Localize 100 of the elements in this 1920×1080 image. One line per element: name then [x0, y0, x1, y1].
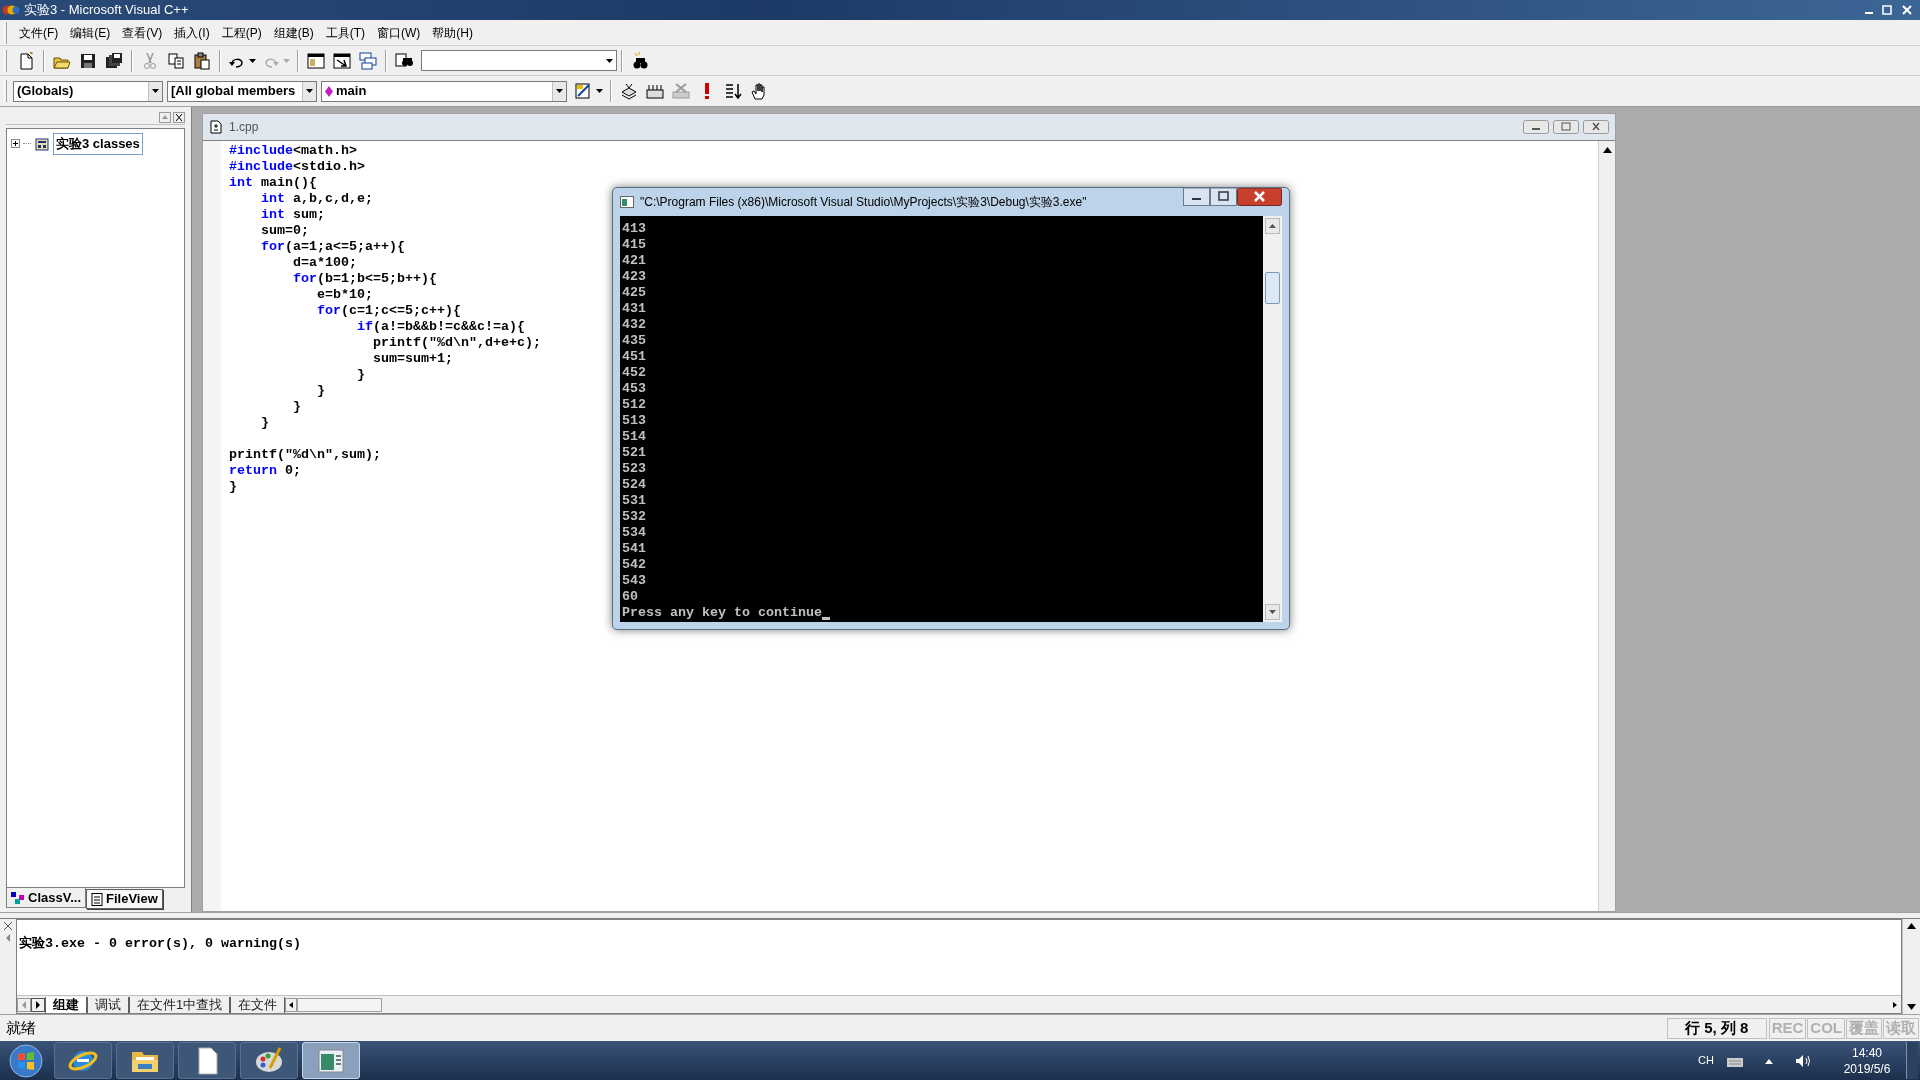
- pane-close-icon[interactable]: [3, 921, 13, 931]
- dropdown-arrow-icon[interactable]: [249, 58, 256, 63]
- windows-list-icon[interactable]: [359, 51, 377, 70]
- build-icon[interactable]: [646, 82, 664, 100]
- taskbar-button[interactable]: [54, 1042, 112, 1079]
- dropdown-arrow-icon[interactable]: [152, 89, 159, 93]
- breakpoint-list-icon[interactable]: [724, 82, 742, 100]
- hand-icon[interactable]: [750, 82, 768, 100]
- status-message: 就绪: [6, 1017, 36, 1038]
- scroll-up-icon[interactable]: [1265, 218, 1280, 234]
- code-line: }: [315, 383, 325, 398]
- console-line: 512: [622, 397, 646, 413]
- dropdown-arrow-icon[interactable]: [556, 89, 563, 93]
- find-in-files-icon[interactable]: [395, 51, 413, 70]
- tab-scroll-right-icon[interactable]: [31, 997, 45, 1012]
- console-line: 415: [622, 237, 646, 253]
- save-icon[interactable]: [79, 51, 97, 70]
- menu-item[interactable]: 文件(F): [13, 23, 65, 42]
- document-title: 1.cpp: [229, 119, 259, 136]
- output-tab[interactable]: 调试: [87, 996, 129, 1013]
- language-indicator[interactable]: CH: [1698, 1052, 1714, 1069]
- menu-item[interactable]: 帮助(H): [426, 23, 479, 42]
- console-line: 542: [622, 557, 646, 573]
- console-line: 453: [622, 381, 646, 397]
- cursor-position: 行 5, 列 8: [1666, 1017, 1767, 1039]
- wizard-action-icon[interactable]: [574, 82, 592, 100]
- workspace-window-icon[interactable]: [307, 51, 325, 70]
- function-diamond-icon: [325, 85, 333, 97]
- workspace-tab[interactable]: FileView: [86, 889, 163, 909]
- output-window-icon[interactable]: [333, 51, 351, 70]
- scroll-left-icon[interactable]: [285, 997, 298, 1012]
- panel-close-icon[interactable]: [173, 112, 185, 123]
- scope-dropdown[interactable]: (Globals): [13, 80, 163, 102]
- horizontal-scrollbar[interactable]: [297, 997, 383, 1012]
- code-line: e=b*10;: [315, 287, 373, 302]
- scroll-down-icon[interactable]: [1907, 1004, 1916, 1010]
- status-indicator: 读取: [1883, 1017, 1919, 1039]
- dropdown-arrow-icon[interactable]: [596, 89, 603, 93]
- copy-icon[interactable]: [167, 51, 185, 70]
- scroll-down-icon[interactable]: [1265, 604, 1280, 620]
- output-tab[interactable]: 在文件1中查找: [129, 996, 231, 1013]
- code-line: #include<stdio.h>: [229, 159, 365, 174]
- menu-item[interactable]: 窗口(W): [371, 23, 427, 42]
- output-tab[interactable]: 在文件: [230, 996, 286, 1013]
- clock[interactable]: 14:40 2019/5/6: [1832, 1044, 1902, 1077]
- vertical-scrollbar[interactable]: [1598, 141, 1615, 911]
- windows-orb-icon[interactable]: [9, 1043, 43, 1078]
- menu-item[interactable]: 工具(T): [319, 23, 371, 42]
- new-file-icon[interactable]: [17, 51, 35, 70]
- maximize-icon[interactable]: [1210, 188, 1237, 206]
- code-line: for(a=1;a<=5;a++){: [260, 239, 405, 254]
- close-icon[interactable]: [1583, 120, 1609, 134]
- code-line: d=a*100;: [292, 255, 357, 270]
- code-line: int main(){: [229, 175, 317, 190]
- scroll-up-icon[interactable]: [1907, 923, 1916, 929]
- console-line: 541: [622, 541, 646, 557]
- members-dropdown[interactable]: [All global members: [167, 80, 317, 102]
- save-all-icon[interactable]: [105, 51, 123, 70]
- workspace-tab[interactable]: ClassV...: [6, 888, 86, 908]
- menu-item[interactable]: 组建(B): [267, 23, 320, 42]
- scroll-up-icon[interactable]: [1602, 147, 1612, 153]
- console-line: 521: [622, 445, 646, 461]
- show-desktop-button[interactable]: [1906, 1042, 1918, 1079]
- dropdown-arrow-icon[interactable]: [306, 89, 313, 93]
- find-field[interactable]: [421, 50, 617, 71]
- find-binoculars-icon[interactable]: [631, 51, 649, 70]
- taskbar-button[interactable]: [240, 1042, 298, 1079]
- paste-icon[interactable]: [193, 51, 211, 70]
- console-icon: [620, 196, 634, 208]
- status-indicator: COL: [1807, 1017, 1845, 1039]
- compile-icon[interactable]: [620, 82, 638, 100]
- class-view-icon: [11, 891, 25, 904]
- menu-item[interactable]: 查看(V): [116, 23, 169, 42]
- menu-item[interactable]: 插入(I): [168, 23, 216, 42]
- output-tab[interactable]: 组建: [45, 996, 87, 1013]
- console-line: 432: [622, 317, 646, 333]
- function-dropdown[interactable]: main: [321, 80, 567, 102]
- console-line: 431: [622, 301, 646, 317]
- tree-item[interactable]: 实验3 classes: [53, 133, 143, 155]
- code-line: return 0;: [229, 463, 301, 478]
- code-line: sum=0;: [260, 223, 309, 238]
- console-line: 452: [622, 365, 646, 381]
- code-line: }: [355, 367, 365, 382]
- text-cursor: [821, 617, 830, 620]
- scroll-thumb[interactable]: [1265, 272, 1280, 304]
- expand-toggle-icon[interactable]: [11, 139, 20, 149]
- menu-item[interactable]: 编辑(E): [64, 23, 117, 42]
- close-icon[interactable]: [1237, 188, 1282, 206]
- dropdown-arrow-icon[interactable]: [606, 58, 613, 63]
- console-line: 524: [622, 477, 646, 493]
- minimize-icon[interactable]: [1523, 120, 1549, 134]
- minimize-icon[interactable]: [1183, 188, 1210, 206]
- taskbar-button[interactable]: [178, 1042, 236, 1079]
- taskbar-button[interactable]: [116, 1042, 174, 1079]
- vertical-scrollbar[interactable]: [1263, 216, 1282, 622]
- console-line: 514: [622, 429, 646, 445]
- menu-item[interactable]: 工程(P): [215, 23, 268, 42]
- code-line: int a,b,c,d,e;: [260, 191, 373, 206]
- console-line: 523: [622, 461, 646, 477]
- console-line: 421: [622, 253, 646, 269]
